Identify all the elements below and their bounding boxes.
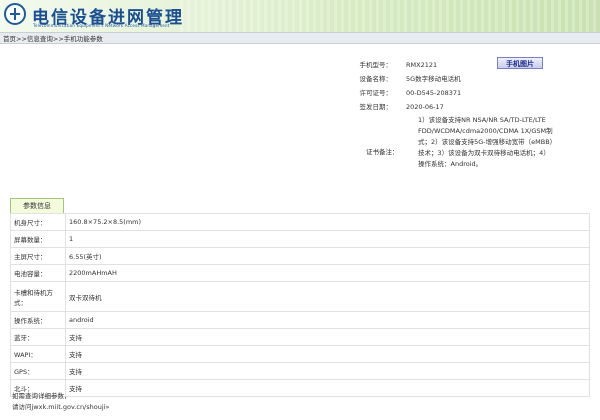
param-value: android <box>65 311 590 329</box>
param-value: 支持 <box>65 345 590 363</box>
issue-date-value: 2020-06-17 <box>406 103 444 111</box>
param-value: 支持 <box>65 362 590 380</box>
param-key: 电池容量： <box>10 264 66 282</box>
param-value: 支持 <box>65 379 590 397</box>
table-row: WAPI： 支持 <box>10 345 590 363</box>
table-row: 蓝牙： 支持 <box>10 328 590 346</box>
param-value: 1 <box>65 230 590 248</box>
phone-photo-button[interactable]: 手机图片 <box>497 57 543 69</box>
license-label: 许可证号： <box>359 89 393 97</box>
table-row: 主屏尺寸： 6.55(英寸) <box>10 247 590 265</box>
info-row-device-name: 设备名称： 5G数字移动电话机 <box>340 72 560 86</box>
device-name-label: 设备名称： <box>359 75 393 83</box>
remark-text: 1）该设备支持NR NSA/NR SA/TD-LTE/LTE FDD/WCDMA… <box>418 116 553 168</box>
param-value: 6.55(英寸) <box>65 247 590 265</box>
info-row-license: 许可证号： 00-D545-208371 <box>340 86 560 100</box>
param-key: 主屏尺寸： <box>10 247 66 265</box>
footer-note: 如需查询详细参数， 请访问jwxk.miit.gov.cn/shouji» <box>12 391 109 413</box>
table-row: 机身尺寸： 160.8×75.2×8.5(mm) <box>10 213 590 231</box>
footer-line-1: 如需查询详细参数， <box>12 392 71 400</box>
info-row-issue-date: 签发日期： 2020-06-17 <box>340 100 560 114</box>
tab-params[interactable]: 参数信息 <box>10 198 64 213</box>
table-row: 屏幕数量： 1 <box>10 230 590 248</box>
license-value: 00-D545-208371 <box>406 89 462 97</box>
issue-date-label: 签发日期： <box>359 103 393 111</box>
param-value: 160.8×75.2×8.5(mm) <box>65 213 590 231</box>
param-key: GPS： <box>10 362 66 380</box>
device-name-value: 5G数字移动电话机 <box>406 75 461 83</box>
remark-label: 证书备注： <box>366 148 399 156</box>
footer-link[interactable]: 请访问jwxk.miit.gov.cn/shouji» <box>12 402 109 413</box>
breadcrumb[interactable]: 首页>>信息查询>>手机功能参数 <box>0 32 600 44</box>
param-key: 卡槽和待机方式： <box>10 281 66 312</box>
param-key: WAPI： <box>10 345 66 363</box>
param-key: 操作系统： <box>10 311 66 329</box>
param-key: 屏幕数量： <box>10 230 66 248</box>
table-row: 操作系统： android <box>10 311 590 329</box>
site-header: 电信设备进网管理 Telecommunication Equipment's N… <box>0 0 600 32</box>
site-subtitle: Telecommunication Equipment's Network Ac… <box>33 23 170 28</box>
header-decoration <box>180 0 600 32</box>
param-key: 机身尺寸： <box>10 213 66 231</box>
param-value: 支持 <box>65 328 590 346</box>
telecom-logo-icon <box>4 3 26 25</box>
table-row: GPS： 支持 <box>10 362 590 380</box>
param-value: 双卡双待机 <box>65 281 590 312</box>
param-value: 2200mAHmAH <box>65 264 590 282</box>
model-value: RMX2121 <box>406 61 438 69</box>
params-table: 机身尺寸： 160.8×75.2×8.5(mm) 屏幕数量： 1 主屏尺寸： 6… <box>10 213 590 397</box>
model-label: 手机型号： <box>359 61 393 69</box>
table-row: 卡槽和待机方式： 双卡双待机 <box>10 281 590 312</box>
param-key: 蓝牙： <box>10 328 66 346</box>
table-row: 电池容量： 2200mAHmAH <box>10 264 590 282</box>
